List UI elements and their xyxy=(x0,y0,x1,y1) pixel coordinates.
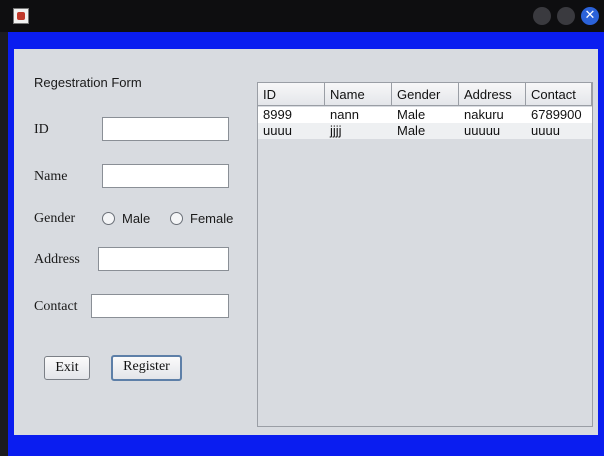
column-header-contact[interactable]: Contact xyxy=(526,83,592,106)
male-radio-label[interactable]: Male xyxy=(122,211,150,226)
close-button[interactable]: ✕ xyxy=(581,7,599,25)
cell-address: nakuru xyxy=(464,107,504,122)
java-app-icon xyxy=(13,8,29,24)
id-label: ID xyxy=(34,122,49,137)
minimize-button[interactable] xyxy=(533,7,551,25)
name-field[interactable] xyxy=(102,164,229,188)
register-button[interactable]: Register xyxy=(111,355,182,381)
female-radio[interactable] xyxy=(170,212,183,225)
cell-gender: Male xyxy=(397,123,426,138)
column-header-gender[interactable]: Gender xyxy=(392,83,459,106)
column-header-name[interactable]: Name xyxy=(325,83,392,106)
window-titlebar: ✕ xyxy=(0,0,604,32)
cell-id: uuuu xyxy=(263,123,292,138)
gender-label: Gender xyxy=(34,211,76,226)
column-header-address[interactable]: Address xyxy=(459,83,526,106)
table-row[interactable]: uuuu jjjj Male uuuuu uuuu xyxy=(258,123,592,139)
cell-name: jjjj xyxy=(330,123,342,138)
exit-button[interactable]: Exit xyxy=(44,356,90,380)
records-table[interactable]: ID Name Gender Address Contact 8999 nann… xyxy=(257,82,593,427)
cell-id: 8999 xyxy=(263,107,292,122)
contact-field[interactable] xyxy=(91,294,229,318)
cell-address: uuuuu xyxy=(464,123,501,138)
maximize-button[interactable] xyxy=(557,7,575,25)
female-radio-label[interactable]: Female xyxy=(190,211,233,226)
cell-contact: uuuu xyxy=(531,123,560,138)
cell-name: nann xyxy=(330,107,359,122)
form-title: Regestration Form xyxy=(34,75,142,90)
address-field[interactable] xyxy=(98,247,229,271)
table-header: ID Name Gender Address Contact xyxy=(258,83,592,106)
table-row[interactable]: 8999 nann Male nakuru 6789900 xyxy=(258,107,592,123)
cell-gender: Male xyxy=(397,107,426,122)
id-field[interactable] xyxy=(102,117,229,141)
address-label: Address xyxy=(34,252,80,267)
contact-label: Contact xyxy=(34,299,78,314)
name-label: Name xyxy=(34,169,68,184)
cell-contact: 6789900 xyxy=(531,107,582,122)
column-header-id[interactable]: ID xyxy=(258,83,325,106)
male-radio[interactable] xyxy=(102,212,115,225)
